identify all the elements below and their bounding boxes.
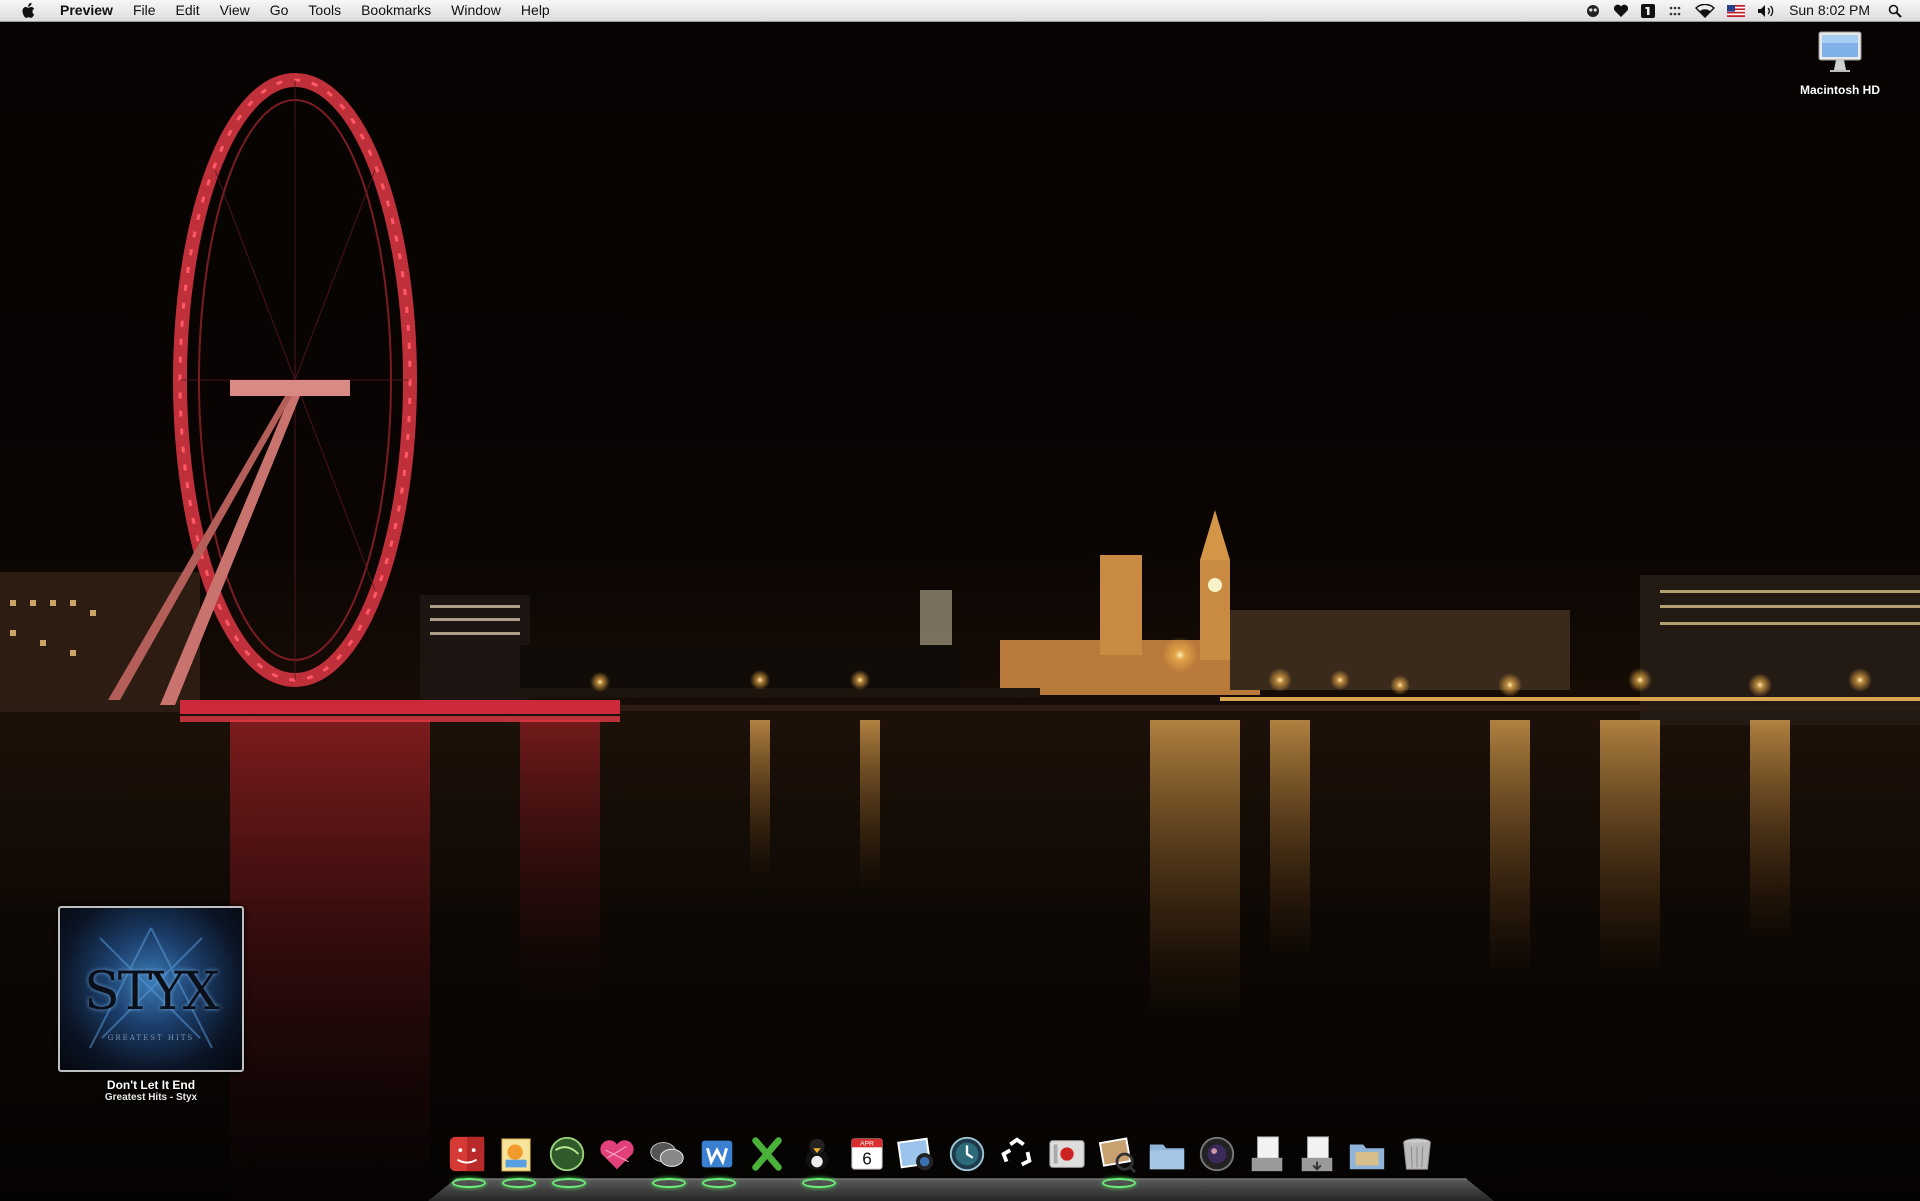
running-indicator	[1102, 1178, 1136, 1188]
dock-item-preview[interactable]	[496, 1132, 538, 1190]
menu-bar-left: Preview File Edit View Go Tools Bookmark…	[0, 0, 560, 21]
dock-items: APR 6	[446, 1132, 1446, 1190]
dock-item-globe[interactable]	[546, 1132, 588, 1190]
running-indicator	[502, 1178, 536, 1188]
finder-icon	[449, 1136, 485, 1172]
iphoto-icon	[897, 1137, 934, 1171]
system-preferences-icon	[1049, 1140, 1085, 1168]
dock-item-preview-photos[interactable]	[1096, 1132, 1138, 1190]
word-icon	[701, 1140, 733, 1168]
now-playing-song-title: Don't Let It End	[106, 1078, 196, 1092]
ical-month: APR	[860, 1140, 874, 1147]
preview-icon	[501, 1138, 531, 1172]
alien-icon[interactable]	[1579, 0, 1607, 21]
macintosh-hd-label: Macintosh HD	[1799, 83, 1880, 97]
dock-item-colloquy[interactable]	[646, 1132, 688, 1190]
running-indicator	[802, 1178, 836, 1188]
spaces-icon[interactable]	[1661, 0, 1689, 21]
dock-item-trash[interactable]	[1396, 1132, 1438, 1190]
pictures-folder-icon	[1349, 1144, 1385, 1170]
running-indicator	[552, 1178, 586, 1188]
ical-day: 6	[862, 1149, 872, 1169]
time-machine-icon	[949, 1136, 985, 1172]
dock-item-time-machine[interactable]	[946, 1132, 988, 1190]
dock-item-documents-stack[interactable]	[1246, 1132, 1288, 1190]
colloquy-icon	[650, 1142, 684, 1167]
go-menu[interactable]: Go	[260, 0, 299, 21]
running-indicator	[652, 1178, 686, 1188]
edit-menu[interactable]: Edit	[166, 0, 210, 21]
recycle-icon	[1001, 1137, 1032, 1167]
downloads-stack-icon	[1301, 1136, 1333, 1172]
dock-item-heart-app[interactable]	[596, 1132, 638, 1190]
us-flag-icon[interactable]	[1721, 0, 1751, 21]
dock-item-adium[interactable]	[796, 1132, 838, 1190]
dock-item-downloads-stack[interactable]	[1296, 1132, 1338, 1190]
album-cover-title: STYX	[84, 962, 220, 1022]
dock-item-system-preferences[interactable]	[1046, 1132, 1088, 1190]
file-menu[interactable]: File	[123, 0, 166, 21]
excel-icon	[752, 1137, 782, 1171]
help-menu[interactable]: Help	[511, 0, 560, 21]
dock-item-camera-lens[interactable]	[1196, 1132, 1238, 1190]
heart-icon[interactable]	[1607, 0, 1635, 21]
volume-icon[interactable]	[1751, 0, 1781, 21]
now-playing-widget[interactable]: STYX GREATEST HITS Don't Let It End Grea…	[56, 906, 246, 1103]
menu-bar-status-area: Sun 8:02 PM	[1579, 0, 1920, 21]
running-indicator	[702, 1178, 736, 1188]
heart-app-icon	[600, 1140, 634, 1170]
now-playing-album-artist: Greatest Hits - Styx	[104, 1092, 198, 1103]
applications-folder-icon	[1149, 1144, 1185, 1170]
globe-icon	[549, 1136, 585, 1172]
one-password-icon[interactable]	[1635, 0, 1661, 21]
dock-item-iphoto[interactable]	[896, 1132, 938, 1190]
tools-menu[interactable]: Tools	[298, 0, 351, 21]
trash-icon	[1403, 1138, 1431, 1170]
window-menu[interactable]: Window	[441, 0, 511, 21]
album-cover-art[interactable]: STYX GREATEST HITS	[58, 906, 244, 1072]
desktop-wallpaper	[0, 0, 1920, 1200]
running-indicator	[452, 1178, 486, 1188]
wifi-icon[interactable]	[1689, 0, 1721, 21]
dock-item-applications-folder[interactable]	[1146, 1132, 1188, 1190]
app-menu[interactable]: Preview	[50, 0, 123, 21]
ical-icon: APR 6	[851, 1138, 883, 1170]
camera-lens-icon	[1199, 1136, 1235, 1172]
dock-item-pictures-folder[interactable]	[1346, 1132, 1388, 1190]
album-cover-subtitle: GREATEST HITS	[107, 1034, 195, 1042]
menu-bar: Preview File Edit View Go Tools Bookmark…	[0, 0, 1920, 22]
macintosh-hd-desktop-icon[interactable]: Macintosh HD	[1790, 30, 1890, 97]
documents-stack-icon	[1251, 1136, 1283, 1172]
bookmarks-menu[interactable]: Bookmarks	[351, 0, 441, 21]
dock-item-recycle[interactable]	[996, 1132, 1038, 1190]
spotlight-search-icon[interactable]	[1882, 0, 1908, 21]
view-menu[interactable]: View	[210, 0, 260, 21]
adium-duck-icon	[805, 1138, 829, 1171]
dock: APR 6	[428, 1132, 1494, 1201]
apple-menu-icon[interactable]	[18, 2, 40, 20]
dock-item-excel[interactable]	[746, 1132, 788, 1190]
dock-item-ical[interactable]: APR 6	[846, 1132, 888, 1190]
imac-drive-icon	[1818, 31, 1862, 72]
dock-item-word[interactable]	[696, 1132, 738, 1190]
dock-item-finder[interactable]	[446, 1132, 488, 1190]
menu-bar-clock[interactable]: Sun 8:02 PM	[1781, 0, 1882, 21]
preview-photos-icon	[1098, 1137, 1137, 1174]
